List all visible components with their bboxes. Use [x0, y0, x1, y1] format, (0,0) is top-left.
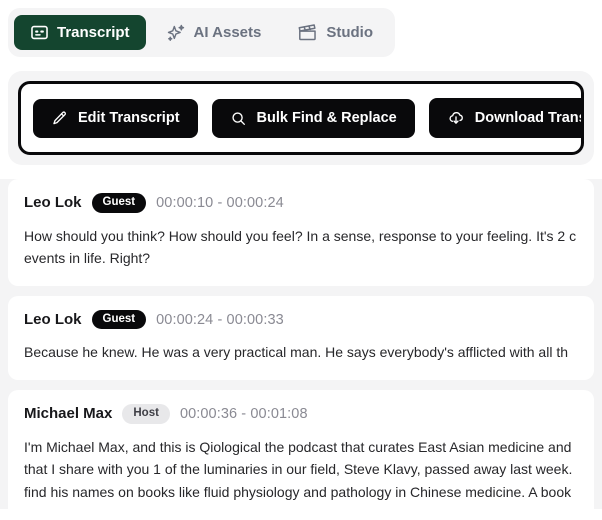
- toolbar: Edit Transcript Bulk Find & Replace Down…: [18, 81, 584, 155]
- transcript-text[interactable]: Because he knew. He was a very practical…: [24, 341, 578, 364]
- bulk-find-replace-button[interactable]: Bulk Find & Replace: [211, 98, 415, 138]
- toolbar-card: Edit Transcript Bulk Find & Replace Down…: [8, 71, 594, 165]
- sparkle-icon: [166, 23, 186, 43]
- transcript-line: find his names on books like fluid physi…: [24, 483, 572, 500]
- speaker-name: Michael Max: [24, 405, 113, 423]
- edit-transcript-button[interactable]: Edit Transcript: [33, 98, 198, 138]
- download-transcript-button[interactable]: Download Transcript: [428, 98, 584, 138]
- transcript-block[interactable]: Leo Lok Guest 00:00:24 - 00:00:33 Becaus…: [8, 295, 594, 381]
- transcript-line: How should you think? How should you fee…: [24, 227, 577, 244]
- speaker-name: Leo Lok: [24, 194, 82, 212]
- speaker-name: Leo Lok: [24, 311, 82, 329]
- tab-label: Studio: [326, 24, 373, 41]
- timestamp: 00:00:10 - 00:00:24: [156, 194, 284, 211]
- role-badge: Guest: [91, 309, 147, 330]
- timestamp: 00:00:36 - 00:01:08: [179, 405, 308, 422]
- transcript-block[interactable]: Michael Max Host 00:00:36 - 00:01:08 I'm…: [8, 390, 594, 509]
- role-badge: Host: [122, 404, 170, 424]
- search-icon: [230, 110, 247, 127]
- button-label: Bulk Find & Replace: [256, 110, 397, 126]
- tab-label: Transcript: [57, 24, 130, 41]
- transcript-text[interactable]: I'm Michael Max, and this is Qiological …: [24, 436, 578, 504]
- tabbar-wrap: Transcript AI Assets Studio: [0, 0, 602, 57]
- transcript-block-header: Michael Max Host 00:00:36 - 00:01:08: [24, 404, 578, 424]
- transcript-line: Because he knew. He was a very practical…: [24, 344, 569, 361]
- cloud-download-icon: [447, 109, 465, 127]
- tab-studio[interactable]: Studio: [281, 14, 389, 51]
- transcript-block-header: Leo Lok Guest 00:00:24 - 00:00:33: [24, 309, 578, 330]
- transcript-block-header: Leo Lok Guest 00:00:10 - 00:00:24: [24, 193, 578, 213]
- button-label: Edit Transcript: [78, 110, 180, 126]
- transcript-icon: [30, 23, 49, 42]
- role-badge: Guest: [91, 193, 147, 213]
- button-label: Download Transcript: [474, 110, 584, 126]
- tab-transcript[interactable]: Transcript: [14, 15, 146, 50]
- transcript-text[interactable]: How should you think? How should you fee…: [24, 225, 578, 270]
- transcript-list[interactable]: Leo Lok Guest 00:00:10 - 00:00:24 How sh…: [0, 179, 602, 509]
- transcript-line: events in life. Right?: [24, 250, 151, 267]
- pencil-icon: [51, 110, 68, 127]
- tab-ai-assets[interactable]: AI Assets: [150, 15, 278, 51]
- transcript-line: I'm Michael Max, and this is Qiological …: [24, 438, 572, 455]
- tabbar: Transcript AI Assets Studio: [8, 8, 395, 57]
- clapperboard-icon: [297, 22, 318, 43]
- tab-label: AI Assets: [193, 24, 262, 41]
- transcript-line: that I share with you 1 of the luminarie…: [24, 461, 573, 478]
- app-root: Transcript AI Assets Studio Edit Transcr…: [0, 0, 602, 520]
- transcript-block[interactable]: Leo Lok Guest 00:00:10 - 00:00:24 How sh…: [8, 179, 594, 286]
- timestamp: 00:00:24 - 00:00:33: [156, 311, 284, 328]
